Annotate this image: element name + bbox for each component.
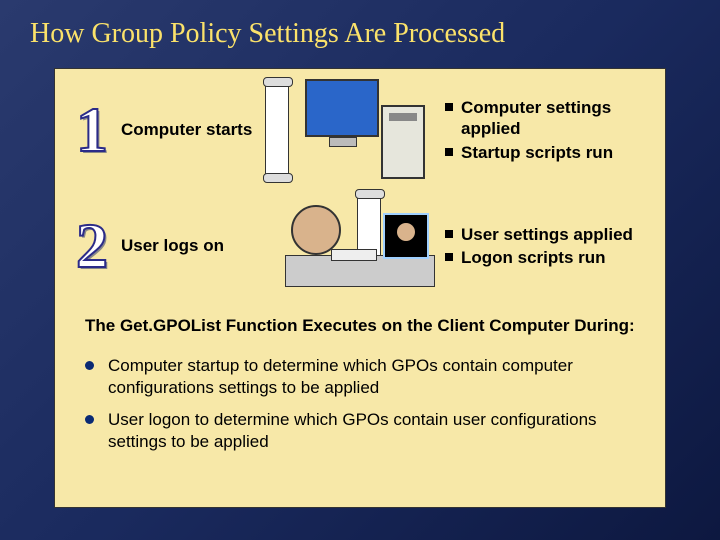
step-label: Computer starts: [121, 120, 261, 140]
point-text: Computer settings applied: [461, 97, 657, 140]
list-item: Computer startup to determine which GPOs…: [85, 355, 635, 399]
point-text: User settings applied: [461, 224, 633, 245]
round-bullet-icon: [85, 361, 94, 370]
step-number: 2: [63, 214, 121, 278]
square-bullet-icon: [445, 253, 453, 261]
avatar-icon: [383, 213, 429, 259]
step-row: 1 Computer starts Computer settings appl…: [55, 69, 665, 185]
details-list: Computer startup to determine which GPOs…: [55, 343, 665, 453]
scroll-icon: [265, 81, 289, 179]
step-number: 1: [63, 98, 121, 162]
step-points: User settings applied Logon scripts run: [441, 222, 657, 271]
step-row: 2 User logs on User settings applied Log…: [55, 185, 665, 301]
point-text: Logon scripts run: [461, 247, 606, 268]
square-bullet-icon: [445, 230, 453, 238]
person-icon: [291, 205, 341, 255]
detail-text: User logon to determine which GPOs conta…: [108, 409, 635, 453]
computer-clipart: [261, 75, 441, 185]
detail-text: Computer startup to determine which GPOs…: [108, 355, 635, 399]
point-text: Startup scripts run: [461, 142, 613, 163]
slide-title: How Group Policy Settings Are Processed: [0, 0, 720, 50]
square-bullet-icon: [445, 103, 453, 111]
list-item: User logon to determine which GPOs conta…: [85, 409, 635, 453]
step-points: Computer settings applied Startup script…: [441, 95, 657, 165]
sub-heading: The Get.GPOList Function Executes on the…: [55, 301, 665, 343]
user-clipart: [261, 191, 441, 301]
keyboard-icon: [331, 249, 377, 261]
round-bullet-icon: [85, 415, 94, 424]
square-bullet-icon: [445, 148, 453, 156]
tower-icon: [381, 105, 425, 179]
step-label: User logs on: [121, 236, 261, 256]
monitor-icon: [305, 79, 379, 137]
content-panel: 1 Computer starts Computer settings appl…: [54, 68, 666, 508]
